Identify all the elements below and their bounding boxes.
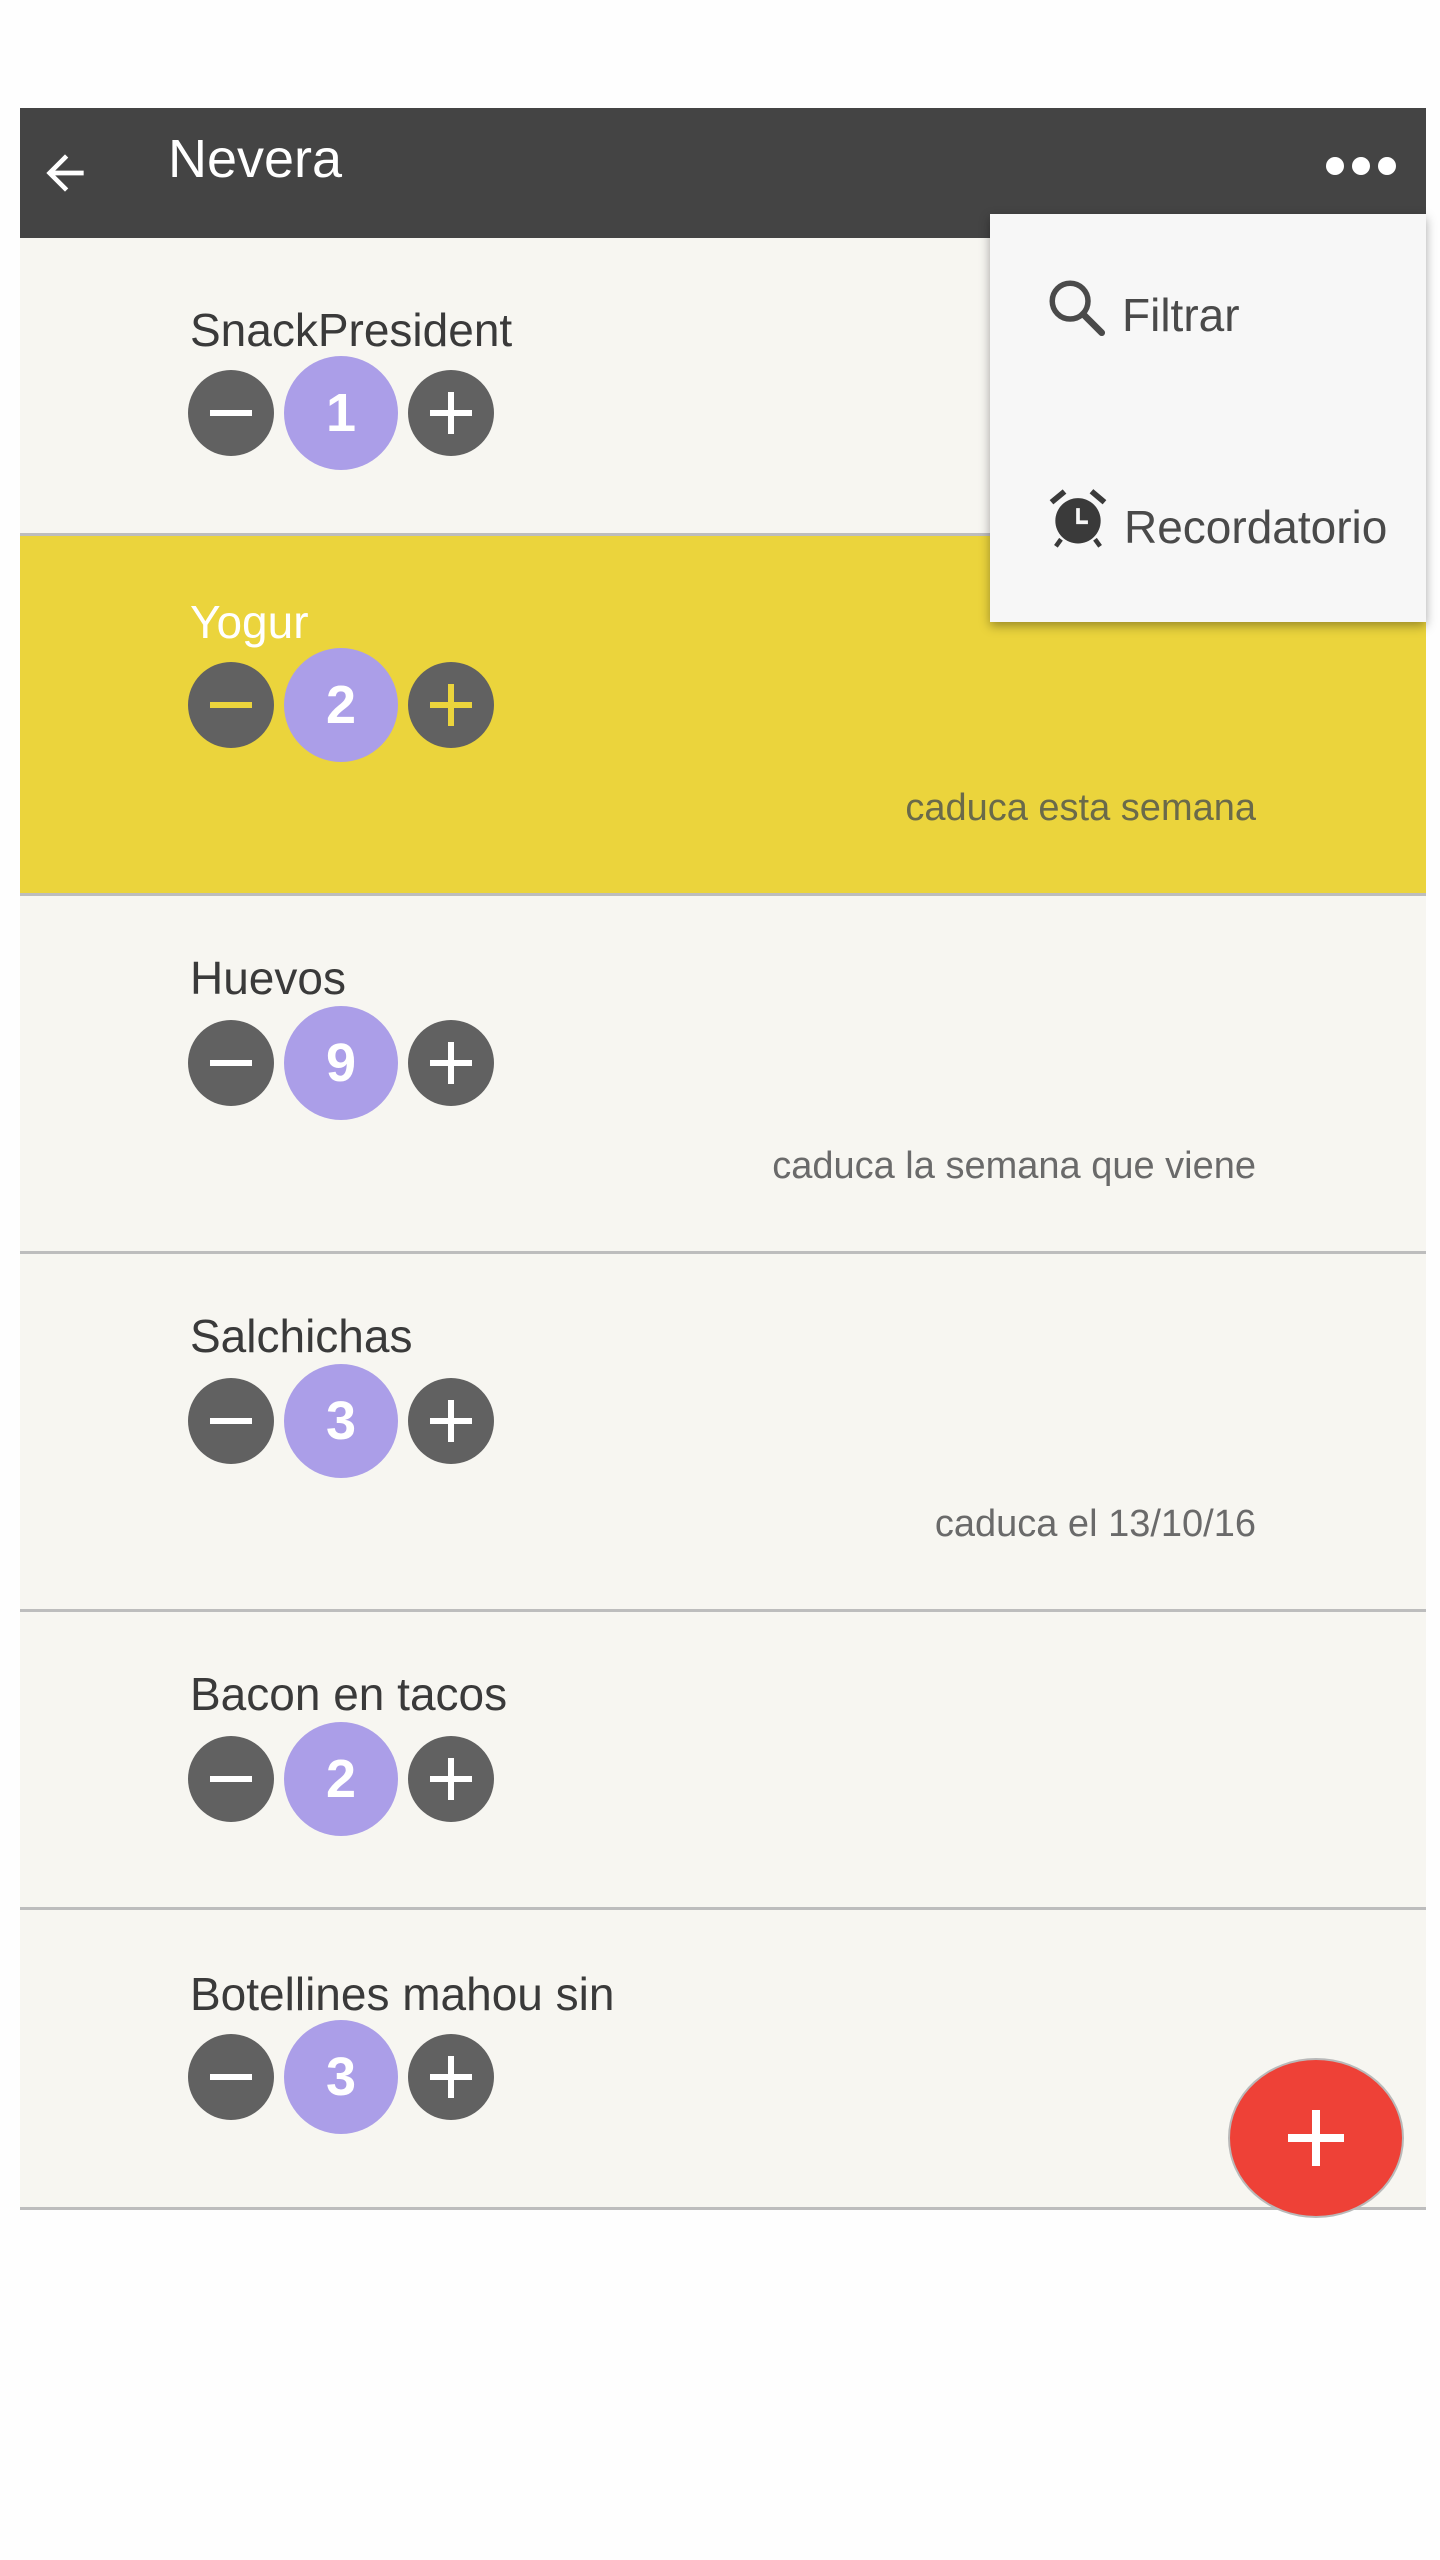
- item-name: SnackPresident: [190, 304, 513, 356]
- plus-icon: [430, 1758, 472, 1800]
- increment-button[interactable]: [408, 1378, 494, 1464]
- search-icon: [1044, 275, 1110, 341]
- item-name: Huevos: [190, 952, 346, 1004]
- increment-button[interactable]: [408, 1736, 494, 1822]
- quantity-stepper: 1: [188, 356, 494, 470]
- back-button[interactable]: [20, 128, 110, 218]
- more-horizontal-icon: [1326, 157, 1396, 175]
- increment-button[interactable]: [408, 2034, 494, 2120]
- decrement-button[interactable]: [188, 662, 274, 748]
- plus-icon: [430, 2056, 472, 2098]
- decrement-button[interactable]: [188, 2034, 274, 2120]
- quantity-stepper: 9: [188, 1006, 494, 1120]
- plus-icon: [1288, 2110, 1344, 2166]
- quantity-badge: 2: [284, 648, 398, 762]
- minus-icon: [210, 1776, 252, 1782]
- alarm-clock-icon: [1044, 484, 1112, 552]
- increment-button[interactable]: [408, 1020, 494, 1106]
- increment-button[interactable]: [408, 662, 494, 748]
- quantity-badge: 1: [284, 356, 398, 470]
- add-item-fab[interactable]: [1228, 2058, 1404, 2218]
- increment-button[interactable]: [408, 370, 494, 456]
- minus-icon: [210, 410, 252, 416]
- arrow-left-icon: [46, 154, 84, 192]
- expiry-label: caduca la semana que viene: [772, 1145, 1256, 1187]
- menu-item-label: Recordatorio: [1124, 501, 1388, 553]
- decrement-button[interactable]: [188, 1020, 274, 1106]
- quantity-badge: 2: [284, 1722, 398, 1836]
- decrement-button[interactable]: [188, 370, 274, 456]
- quantity-badge: 3: [284, 2020, 398, 2134]
- page-title: Nevera: [168, 129, 343, 189]
- decrement-button[interactable]: [188, 1378, 274, 1464]
- minus-icon: [210, 1060, 252, 1066]
- menu-item-recordatorio[interactable]: Recordatorio: [1044, 482, 1387, 554]
- item-name: Botellines mahou sin: [190, 1968, 615, 2020]
- quantity-badge: 9: [284, 1006, 398, 1120]
- plus-icon: [430, 684, 472, 726]
- expiry-label: caduca esta semana: [905, 787, 1256, 829]
- list-item[interactable]: Botellines mahou sin 3: [20, 1910, 1426, 2210]
- plus-icon: [430, 392, 472, 434]
- list-item[interactable]: Salchichas 3 caduca el 13/10/16: [20, 1254, 1426, 1612]
- item-name: Bacon en tacos: [190, 1668, 508, 1720]
- item-name: Yogur: [190, 596, 309, 648]
- minus-icon: [210, 1418, 252, 1424]
- quantity-stepper: 3: [188, 2020, 494, 2134]
- minus-icon: [210, 2074, 252, 2080]
- quantity-badge: 3: [284, 1364, 398, 1478]
- expiry-label: caduca el 13/10/16: [934, 1503, 1256, 1545]
- list-item[interactable]: Huevos 9 caduca la semana que viene: [20, 896, 1426, 1254]
- plus-icon: [430, 1400, 472, 1442]
- quantity-stepper: 3: [188, 1364, 494, 1478]
- more-options-button[interactable]: [1306, 126, 1416, 206]
- menu-item-filtrar[interactable]: Filtrar: [1044, 274, 1240, 342]
- item-name: Salchichas: [190, 1310, 413, 1362]
- overflow-menu: Filtrar Recordatorio: [990, 214, 1426, 622]
- quantity-stepper: 2: [188, 1722, 494, 1836]
- quantity-stepper: 2: [188, 648, 494, 762]
- plus-icon: [430, 1042, 472, 1084]
- minus-icon: [210, 702, 252, 708]
- decrement-button[interactable]: [188, 1736, 274, 1822]
- menu-item-label: Filtrar: [1122, 289, 1240, 341]
- list-item[interactable]: Bacon en tacos 2: [20, 1612, 1426, 1910]
